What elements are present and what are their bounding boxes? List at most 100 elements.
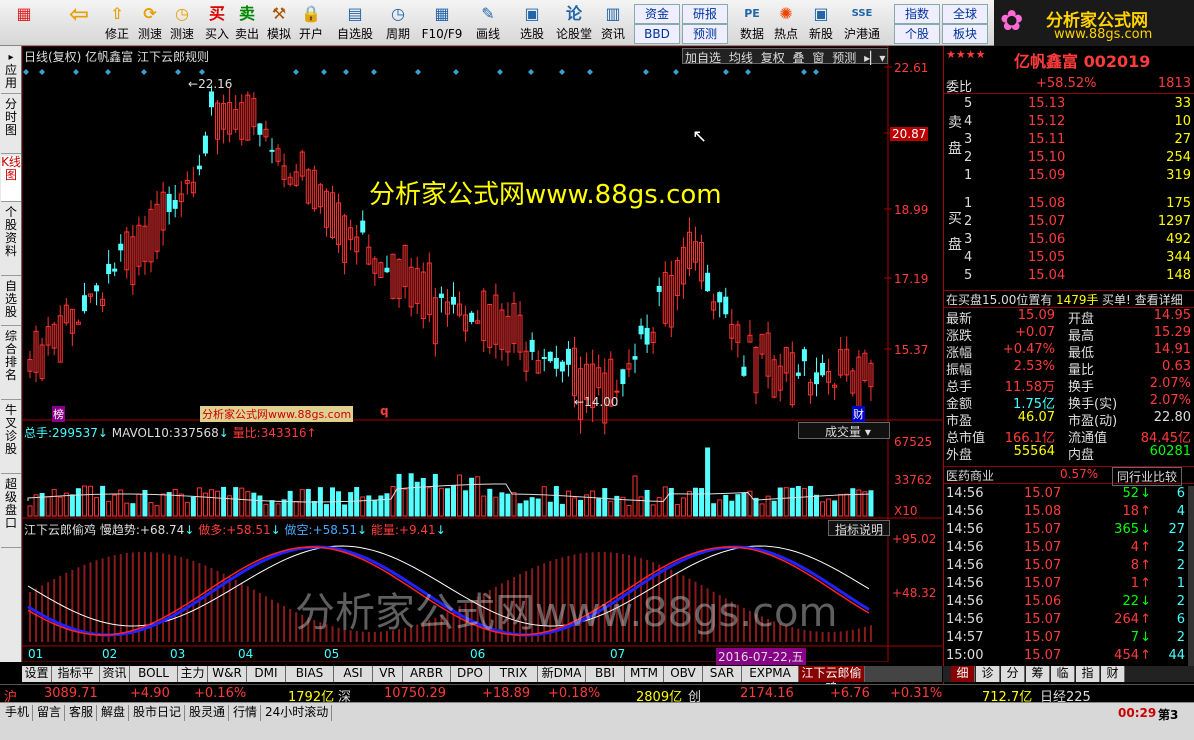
forum-button[interactable]: 论论股堂 xyxy=(554,2,594,44)
draw-line-button[interactable]: ✎ 画线 xyxy=(466,2,510,44)
nav-stock-info[interactable]: 个股资料 xyxy=(1,206,21,276)
status-item[interactable]: 24小时滚动 xyxy=(262,705,333,721)
bid-row[interactable]: 1 15.08 175 xyxy=(944,196,1194,214)
indicator-tab[interactable]: MTM xyxy=(625,666,664,682)
menu-adjust[interactable]: 复权 xyxy=(759,51,787,65)
forecast-button[interactable]: 预测 xyxy=(682,24,728,44)
indicator-tab[interactable]: ARBR xyxy=(403,666,451,682)
status-item[interactable]: 手机 xyxy=(2,705,34,721)
toolbar-button-1[interactable]: ⟳ 测速 xyxy=(134,2,166,44)
indicator-tab[interactable]: TRIX xyxy=(490,666,538,682)
ipo-icon: ▣ xyxy=(813,4,829,23)
status-item[interactable]: 客服 xyxy=(66,705,98,721)
simulate-button[interactable]: ⚒ 模拟 xyxy=(264,2,294,44)
period-button[interactable]: ◷ 周期 xyxy=(378,2,418,44)
index-button[interactable]: 指数 xyxy=(894,4,940,24)
ask-row[interactable]: 4 15.12 10 xyxy=(944,114,1194,132)
indicator-tab[interactable]: DMI xyxy=(247,666,286,682)
indicator-tab[interactable]: 指标平台 xyxy=(52,666,100,695)
indicator-tab[interactable]: 新DMA xyxy=(538,666,586,682)
hotspot-button[interactable]: ✺ 热点 xyxy=(770,2,802,44)
bid-row[interactable]: 3 15.06 492 xyxy=(944,232,1194,250)
industry-compare-button[interactable]: 同行业比较 xyxy=(1112,467,1183,486)
hk-connect-button[interactable]: SSE 沪港通 xyxy=(840,2,884,44)
toolbar-button-2[interactable]: ◷ 测速 xyxy=(166,2,198,44)
indicator-tab[interactable]: BBI xyxy=(586,666,625,682)
quote-row: 总市值 166.1亿 流通值 84.45亿 xyxy=(946,431,1191,446)
indicator-tab[interactable]: W&R xyxy=(208,666,247,682)
ask-row[interactable]: 5 15.13 33 xyxy=(944,96,1194,114)
mark-q[interactable]: q xyxy=(380,404,389,418)
notice-row[interactable]: 在买盘15.00位置有 1479手 买单! 查看详细 xyxy=(944,290,1194,308)
right-tab[interactable]: 指 xyxy=(1076,666,1100,682)
open-account-button[interactable]: 🔒 开户 xyxy=(296,2,326,44)
ask-row[interactable]: 1 15.09 319 xyxy=(944,168,1194,186)
mark-bang[interactable]: 榜 xyxy=(52,406,65,422)
bbd-button[interactable]: BBD xyxy=(634,24,680,44)
stock-button[interactable]: 个股 xyxy=(894,24,940,44)
ipo-button[interactable]: ▣ 新股 xyxy=(804,2,838,44)
f10-button[interactable]: ▦ F10/F9 xyxy=(420,2,464,44)
sell-button[interactable]: 卖卖出 xyxy=(232,2,262,44)
indicator-tab[interactable]: EXPMA xyxy=(742,666,799,682)
ask-row[interactable]: 2 15.10 254 xyxy=(944,150,1194,168)
indicator-tab[interactable]: DPO xyxy=(451,666,490,682)
right-tab[interactable]: 细 xyxy=(951,666,975,682)
indicator-tab[interactable]: ASI xyxy=(334,666,373,682)
status-item[interactable]: 股市日记 xyxy=(130,705,186,721)
indicator-tab[interactable]: BOLL xyxy=(130,666,178,682)
indicator-tab[interactable]: 设置 xyxy=(22,666,52,682)
indicator-help-button[interactable]: 指标说明 xyxy=(828,520,890,537)
bid-row[interactable]: 4 15.05 344 xyxy=(944,250,1194,268)
ask-row[interactable]: 3 15.11 27 xyxy=(944,132,1194,150)
menu-ma[interactable]: 均线 xyxy=(727,51,755,65)
nav-level2[interactable]: 超级盘口 xyxy=(1,478,21,548)
nav-watchlist[interactable]: 自选股 xyxy=(1,280,21,326)
sector-button[interactable]: 板块 xyxy=(942,24,988,44)
data-button[interactable]: PE 数据 xyxy=(736,2,768,44)
indicator-tab[interactable]: VR xyxy=(373,666,403,682)
indicator-tab[interactable]: SAR xyxy=(703,666,742,682)
bid-row[interactable]: 5 15.04 148 xyxy=(944,268,1194,286)
watchlist-button[interactable]: ▤ 自选股 xyxy=(334,2,376,44)
fund-button[interactable]: 资金 xyxy=(634,4,680,24)
tick-scrollbar[interactable] xyxy=(1188,486,1194,666)
toolbar-button-0[interactable]: ⇧ 修正 xyxy=(100,2,134,44)
buy-button[interactable]: 买买入 xyxy=(202,2,232,44)
right-tab[interactable]: 临 xyxy=(1051,666,1075,682)
status-item[interactable]: 解盘 xyxy=(98,705,130,721)
global-button[interactable]: 全球 xyxy=(942,4,988,24)
indicator-tab[interactable]: BIAS xyxy=(286,666,334,682)
menu-forecast[interactable]: 预测 xyxy=(830,51,858,65)
indicator-tab[interactable]: 主力 xyxy=(178,666,208,682)
indicator-tab[interactable]: 江下云郎偷鸡 xyxy=(799,666,865,695)
indicator-tab[interactable]: 资讯 xyxy=(100,666,130,682)
status-item[interactable]: 行情 xyxy=(230,705,262,721)
menu-add-watch[interactable]: 加自选 xyxy=(683,51,723,65)
mark-finance[interactable]: 财 xyxy=(852,406,865,422)
indicator-tab[interactable]: OBV xyxy=(664,666,703,682)
status-item[interactable]: 股灵通 xyxy=(186,705,230,721)
kline-chart[interactable]: 日线(复权) 亿帆鑫富 江下云郎规则 加自选 均线 复权 叠 窗 预测 ▸▏▾ … xyxy=(22,46,942,665)
nav-ranking[interactable]: 综合排名 xyxy=(1,330,21,400)
volume-indicator-select[interactable]: 成交量 ▾ xyxy=(798,422,890,439)
energy-bar xyxy=(851,629,854,642)
nav-diagnose[interactable]: 牛叉诊股 xyxy=(1,404,21,474)
menu-overlay[interactable]: 叠 xyxy=(791,51,807,65)
stock-picker-button[interactable]: ▣ 选股 xyxy=(512,2,552,44)
status-item[interactable]: 留言 xyxy=(34,705,66,721)
right-tab[interactable]: 财 xyxy=(1101,666,1125,682)
right-tab[interactable]: 筹 xyxy=(1026,666,1050,682)
app-logo-icon[interactable]: ▦ xyxy=(4,2,44,44)
research-button[interactable]: 研报 xyxy=(682,4,728,24)
back-arrow-icon[interactable]: ⇦ xyxy=(62,2,96,44)
bid-row[interactable]: 2 15.07 1297 xyxy=(944,214,1194,232)
menu-window[interactable]: 窗 xyxy=(810,51,826,65)
nav-kline[interactable]: K线图 xyxy=(1,156,21,202)
nav-intraday[interactable]: 分时图 xyxy=(1,98,21,154)
pin-icon[interactable]: ▸▏▾ xyxy=(862,51,887,65)
right-tab[interactable]: 诊 xyxy=(976,666,1000,682)
nav-app[interactable]: ▸ 应用 xyxy=(1,50,21,94)
news-button[interactable]: ▥ 资讯 xyxy=(596,2,630,44)
right-tab[interactable]: 分 xyxy=(1001,666,1025,682)
